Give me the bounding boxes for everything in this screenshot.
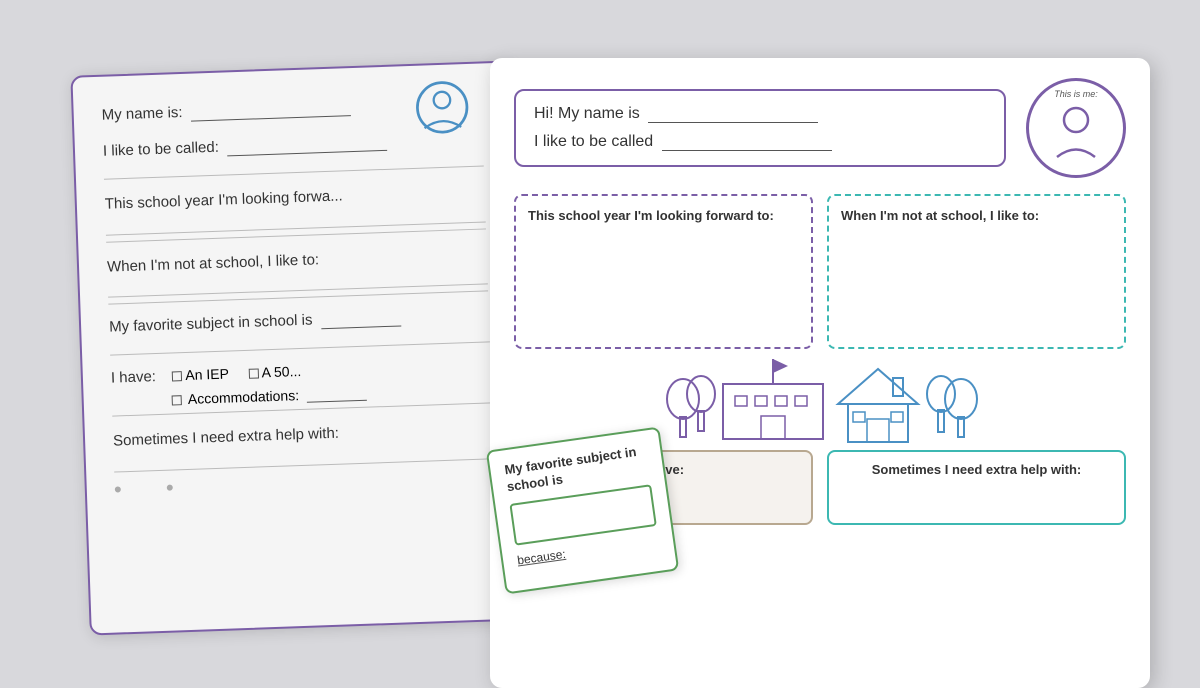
back-divider-2 — [106, 220, 486, 234]
back-notschool-label: When I'm not at school, I like to: — [107, 250, 320, 274]
scene: My name is: I like to be called: This sc… — [50, 38, 1150, 638]
illustration-row — [514, 349, 1126, 444]
504-checkbox[interactable] — [248, 368, 258, 378]
dotted-boxes-row: This school year I'm looking forward to:… — [514, 194, 1126, 349]
hi-name-field: Hi! My name is — [534, 105, 986, 123]
tree-right-icon — [923, 369, 978, 444]
back-subject-row: My favorite subject in school is — [109, 305, 489, 336]
dot-1 — [115, 485, 121, 491]
called-label: I like to be called — [534, 133, 653, 150]
green-card: My favorite subject in school is because… — [486, 426, 679, 594]
back-forward-label: This school year I'm looking forwa... — [105, 187, 343, 212]
this-is-me-label: This is me: — [1054, 89, 1098, 99]
accommodations-label: Accommodations: — [188, 387, 300, 407]
back-dots-row — [115, 472, 495, 491]
back-iep-item: An IEP — [172, 365, 233, 383]
back-name-label: My name is: — [101, 103, 182, 123]
back-subject-line — [321, 322, 401, 329]
back-divider-5 — [108, 290, 488, 304]
back-paper: My name is: I like to be called: This sc… — [70, 60, 529, 635]
back-divider-6 — [110, 341, 490, 355]
avatar-figure-icon — [1049, 102, 1104, 162]
hi-name-label: Hi! My name is — [534, 105, 640, 122]
not-school-box: When I'm not at school, I like to: — [827, 194, 1126, 349]
extra-help-box: Sometimes I need extra help with: — [827, 450, 1126, 525]
back-paper-icon — [414, 78, 471, 135]
extra-help-title: Sometimes I need extra help with: — [841, 462, 1112, 477]
not-school-title: When I'm not at school, I like to: — [841, 208, 1112, 225]
dot-2 — [167, 484, 173, 490]
back-subject-label: My favorite subject in school is — [109, 311, 313, 335]
name-box: Hi! My name is I like to be called — [514, 89, 1006, 167]
back-name-line — [191, 112, 351, 122]
name-underline — [648, 119, 818, 123]
accommodations-line — [307, 396, 367, 402]
back-ihave-label: I have: — [111, 368, 157, 387]
called-field: I like to be called — [534, 133, 986, 151]
back-divider-7 — [112, 402, 492, 416]
accommodations-checkbox[interactable] — [172, 395, 182, 405]
back-called-label: I like to be called: — [103, 138, 219, 159]
called-underline — [662, 147, 832, 151]
front-header: Hi! My name is I like to be called This … — [514, 78, 1126, 178]
back-divider-4 — [108, 283, 488, 297]
back-accommodations-row: Accommodations: — [171, 380, 491, 407]
avatar-circle: This is me: — [1026, 78, 1126, 178]
back-forward-row: This school year I'm looking forwa... — [104, 180, 485, 216]
back-called-line — [227, 146, 387, 156]
back-notschool-row: When I'm not at school, I like to: — [107, 242, 488, 278]
school-year-box: This school year I'm looking forward to: — [514, 194, 813, 349]
school-building-icon — [713, 354, 833, 444]
house-icon — [833, 364, 923, 444]
back-divider-1 — [104, 165, 484, 179]
school-year-title: This school year I'm looking forward to: — [528, 208, 799, 225]
front-paper: Hi! My name is I like to be called This … — [490, 58, 1150, 688]
back-504-item: A 50... — [248, 362, 301, 380]
back-extrahelp-label: Sometimes I need extra help with: — [113, 424, 339, 449]
iep-checkbox[interactable] — [172, 371, 182, 381]
back-extrahelp-row: Sometimes I need extra help with: — [113, 417, 494, 453]
back-divider-8 — [114, 457, 494, 471]
tree-left-icon — [663, 369, 718, 444]
back-divider-3 — [106, 227, 486, 241]
